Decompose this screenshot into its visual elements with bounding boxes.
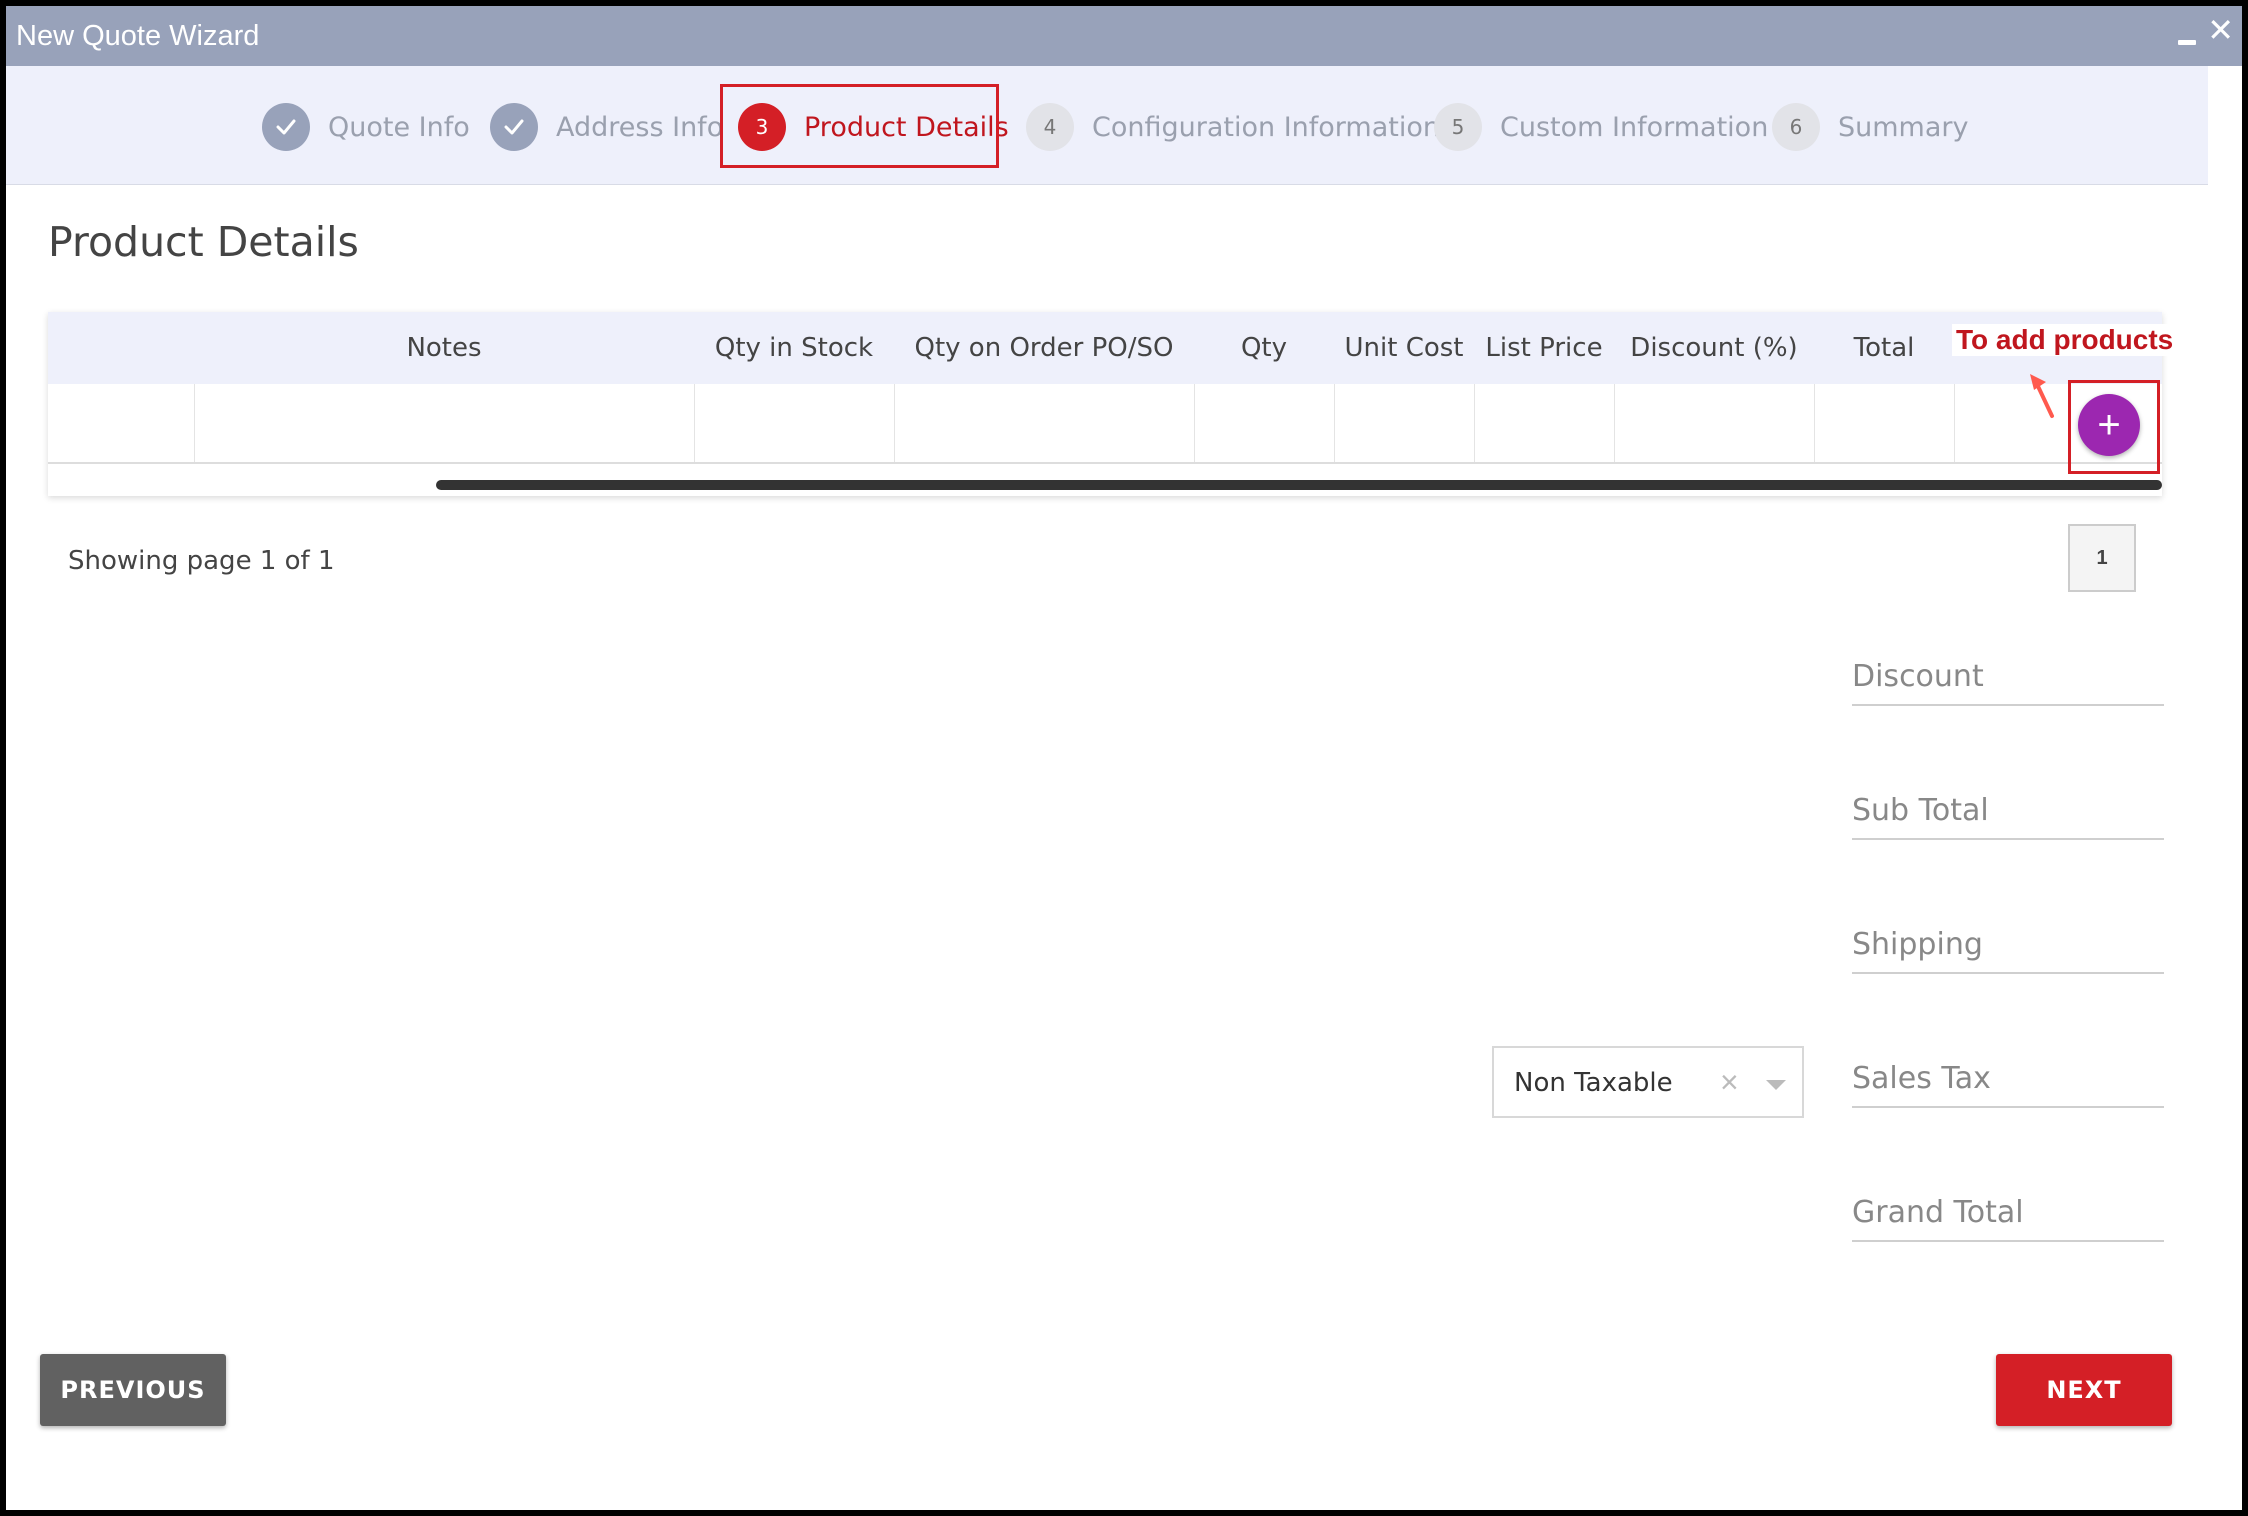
sales-tax-label: Sales Tax xyxy=(1852,1061,1991,1096)
check-icon xyxy=(490,103,538,151)
wizard-stepper: Quote Info Address Info 3 Product Detail… xyxy=(6,66,2208,185)
step-label: Address Info xyxy=(556,111,724,143)
step-number: 6 xyxy=(1772,103,1820,151)
step-summary[interactable]: 6 Summary xyxy=(1772,103,1968,151)
annotation-arrow-icon xyxy=(2030,374,2054,418)
column-header-list-price[interactable]: List Price xyxy=(1474,312,1614,384)
step-address-info[interactable]: Address Info xyxy=(490,103,723,151)
column-divider xyxy=(694,384,695,462)
step-label: Quote Info xyxy=(328,111,470,143)
paging-summary: Showing page 1 of 1 xyxy=(68,546,335,576)
clear-icon[interactable]: × xyxy=(1720,1064,1739,1101)
discount-label: Discount xyxy=(1852,659,1984,694)
quote-wizard-window: New Quote Wizard ✕ Quote Info Address In… xyxy=(6,6,2242,1510)
active-step-highlight xyxy=(720,84,999,168)
window-title: New Quote Wizard xyxy=(16,20,260,52)
sales-tax-field[interactable]: Sales Tax xyxy=(1852,1056,2164,1108)
step-label: Custom Information xyxy=(1500,111,1769,143)
step-custom-information[interactable]: 5 Custom Information xyxy=(1434,103,1768,151)
column-divider xyxy=(894,384,895,462)
column-header-total[interactable]: Total xyxy=(1814,312,1954,384)
product-grid: Notes Qty in Stock Qty on Order PO/SO Qt… xyxy=(48,312,2162,496)
column-header-discount[interactable]: Discount (%) xyxy=(1614,312,1814,384)
add-product-button[interactable]: + xyxy=(2078,394,2140,456)
column-divider xyxy=(1614,384,1615,462)
subtotal-label: Sub Total xyxy=(1852,793,1989,828)
step-number: 5 xyxy=(1434,103,1482,151)
step-quote-info[interactable]: Quote Info xyxy=(262,103,470,151)
page-button[interactable]: 1 xyxy=(2068,524,2136,592)
column-header-unit-cost[interactable]: Unit Cost xyxy=(1334,312,1474,384)
subtotal-field[interactable]: Sub Total xyxy=(1852,788,2164,840)
column-divider xyxy=(1814,384,1815,462)
chevron-down-icon[interactable] xyxy=(1766,1080,1786,1090)
column-divider xyxy=(1474,384,1475,462)
discount-field[interactable]: Discount xyxy=(1852,654,2164,706)
column-header-qty-on-order[interactable]: Qty on Order PO/SO xyxy=(894,312,1194,384)
step-number: 4 xyxy=(1026,103,1074,151)
column-divider xyxy=(1194,384,1195,462)
shipping-field[interactable]: Shipping xyxy=(1852,922,2164,974)
column-header-qty[interactable]: Qty xyxy=(1194,312,1334,384)
grid-header: Notes Qty in Stock Qty on Order PO/SO Qt… xyxy=(48,312,2162,384)
tax-type-value: Non Taxable xyxy=(1514,1068,1673,1098)
previous-button[interactable]: PREVIOUS xyxy=(40,1354,226,1426)
step-label: Configuration Information xyxy=(1092,111,1440,143)
column-header-qty-in-stock[interactable]: Qty in Stock xyxy=(694,312,894,384)
table-row[interactable] xyxy=(48,384,2162,464)
add-products-annotation: To add products xyxy=(1952,324,2178,356)
column-divider xyxy=(194,384,195,462)
tax-type-select[interactable]: Non Taxable × xyxy=(1492,1046,1804,1118)
next-button[interactable]: NEXT xyxy=(1996,1354,2172,1426)
shipping-label: Shipping xyxy=(1852,927,1983,962)
page-title: Product Details xyxy=(48,218,359,266)
horizontal-scrollbar[interactable] xyxy=(436,480,2162,490)
grand-total-label: Grand Total xyxy=(1852,1195,2024,1230)
column-divider xyxy=(1334,384,1335,462)
grand-total-field[interactable]: Grand Total xyxy=(1852,1190,2164,1242)
minimize-icon[interactable] xyxy=(2178,40,2196,45)
step-configuration-information[interactable]: 4 Configuration Information xyxy=(1026,103,1440,151)
check-icon xyxy=(262,103,310,151)
step-label: Summary xyxy=(1838,111,1969,143)
column-header[interactable] xyxy=(48,312,194,384)
column-divider xyxy=(1954,384,1955,462)
titlebar: New Quote Wizard ✕ xyxy=(6,6,2242,66)
column-header-notes[interactable]: Notes xyxy=(194,312,694,384)
close-icon[interactable]: ✕ xyxy=(2207,14,2234,46)
